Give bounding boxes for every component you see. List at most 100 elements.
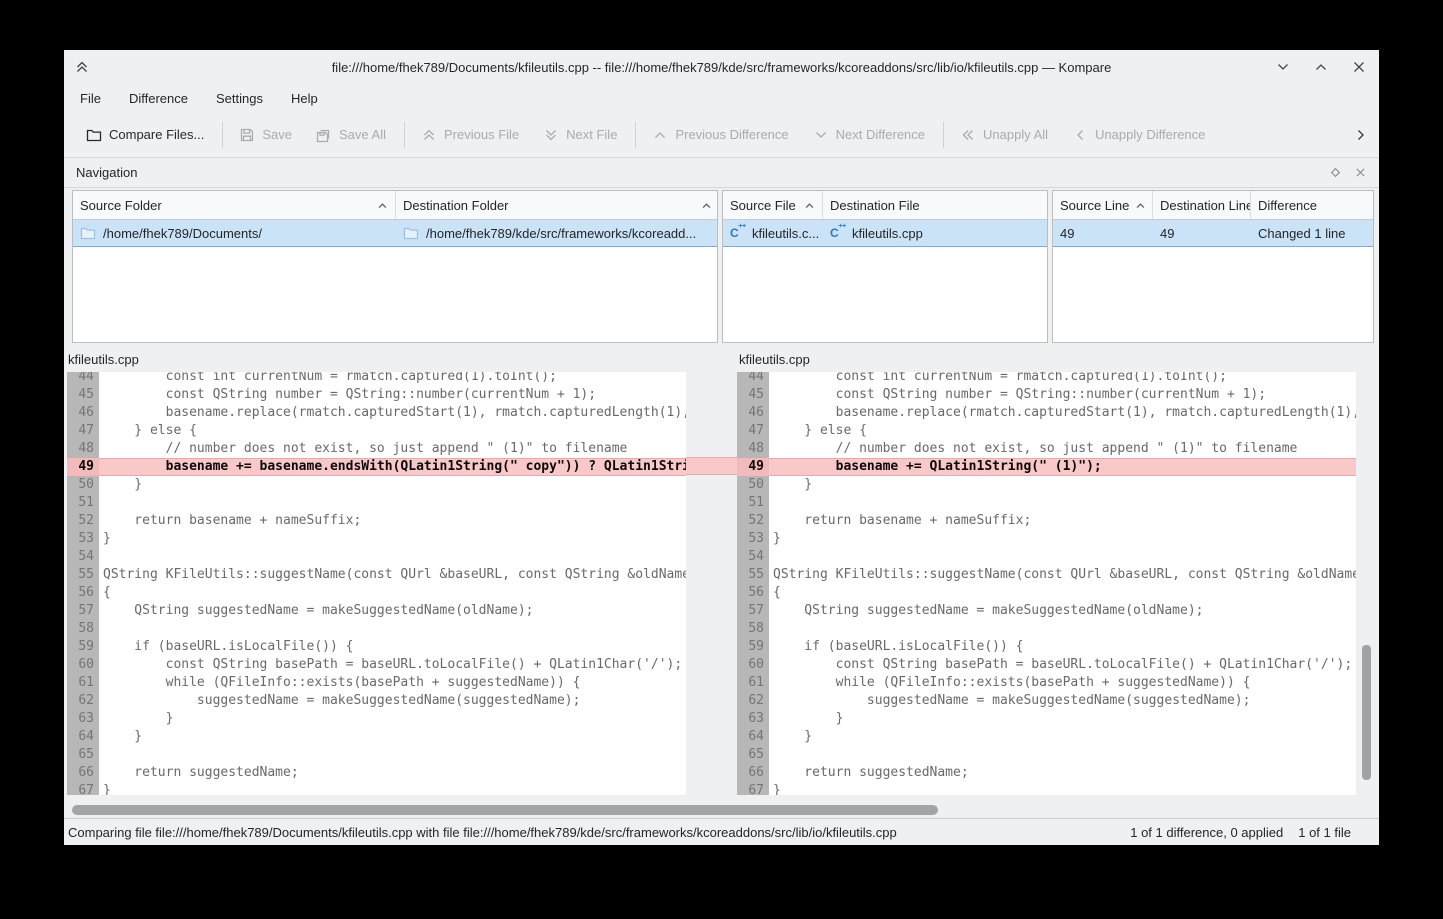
cell-text: /home/fhek789/Documents/ — [103, 226, 262, 241]
line-number: 62 — [67, 692, 99, 710]
horizontal-scrollbar-thumb[interactable] — [72, 805, 938, 815]
toolbar-button-label: Unapply All — [983, 127, 1048, 142]
close-icon[interactable] — [1351, 59, 1367, 75]
line-number: 44 — [67, 372, 99, 386]
toolbar-button-unapply-all[interactable]: Unapply All — [952, 121, 1056, 149]
code-text: } — [99, 710, 686, 728]
code-line: 59 if (baseURL.isLocalFile()) { — [67, 638, 686, 656]
vertical-scrollbar[interactable] — [1356, 372, 1379, 795]
window-title: file:///home/fhek789/Documents/kfileutil… — [64, 60, 1379, 75]
toolbar-overflow-icon[interactable] — [1353, 127, 1369, 143]
toolbar-button-unapply-difference[interactable]: Unapply Difference — [1064, 121, 1213, 149]
column-header-label: Source Folder — [80, 198, 162, 213]
code-line: 58 — [737, 620, 1356, 638]
maximize-icon[interactable] — [1313, 59, 1329, 75]
table-row[interactable]: 4949Changed 1 line — [1053, 220, 1373, 247]
toolbar-button-label: Previous File — [444, 127, 519, 142]
diff-view: 44 const int currentNum = rmatch.capture… — [64, 372, 1379, 795]
line-number: 52 — [737, 512, 769, 530]
table-cell: C⁺⁺kfileutils.cpp — [823, 220, 1048, 246]
code-line: 65 — [737, 746, 1356, 764]
source-changed-line[interactable]: 49 basename += basename.endsWith(QLatin1… — [67, 458, 686, 476]
cell-text: kfileutils.c... — [752, 226, 819, 241]
code-text: return basename + nameSuffix; — [769, 512, 1356, 530]
code-line: 63 } — [737, 710, 1356, 728]
minimize-icon[interactable] — [1275, 59, 1291, 75]
code-text: const int currentNum = rmatch.captured(1… — [769, 372, 1356, 386]
toolbar-button-save[interactable]: Save — [231, 121, 300, 149]
line-number: 58 — [737, 620, 769, 638]
sort-ascending-icon — [695, 200, 712, 211]
table-cell: C⁺⁺kfileutils.c... — [723, 220, 823, 246]
code-text: } — [99, 530, 686, 548]
cell-text: 49 — [1060, 226, 1074, 241]
toolbar-separator — [222, 122, 223, 148]
column-header-source-line[interactable]: Source Line — [1053, 191, 1153, 219]
chevron-up-icon — [652, 127, 668, 143]
code-line: 62 suggestedName = makeSuggestedName(sug… — [67, 692, 686, 710]
column-header-label: Destination Line — [1160, 198, 1251, 213]
code-text: suggestedName = makeSuggestedName(sugges… — [769, 692, 1356, 710]
code-text: } — [769, 710, 1356, 728]
menu-item-settings[interactable]: Settings — [206, 87, 273, 110]
column-header-destination-line[interactable]: Destination Line — [1153, 191, 1251, 219]
close-dock-icon[interactable] — [1354, 166, 1367, 179]
destination-changed-line[interactable]: 49 basename += QLatin1String(" (1)"); — [737, 458, 1356, 476]
column-header-difference[interactable]: Difference — [1251, 191, 1374, 219]
menu-item-file[interactable]: File — [70, 87, 111, 110]
destination-diff-pane: 44 const int currentNum = rmatch.capture… — [737, 372, 1356, 795]
code-line: 52 return basename + nameSuffix; — [67, 512, 686, 530]
code-line: 57 QString suggestedName = makeSuggested… — [737, 602, 1356, 620]
code-line: 63 } — [67, 710, 686, 728]
code-text: } — [769, 728, 1356, 746]
sort-ascending-icon — [1129, 200, 1146, 211]
toolbar-button-save-all[interactable]: Save All — [308, 121, 394, 149]
vertical-scrollbar-thumb[interactable] — [1362, 645, 1371, 780]
column-header-label: Destination File — [830, 198, 920, 213]
code-text: QString KFileUtils::suggestName(const QU… — [769, 566, 1356, 584]
table-row[interactable]: C⁺⁺kfileutils.c...C⁺⁺kfileutils.cpp — [723, 220, 1047, 247]
line-number: 53 — [67, 530, 99, 548]
toolbar-button-previous-file[interactable]: Previous File — [413, 121, 527, 149]
code-text: } — [769, 476, 1356, 494]
save-all-icon — [316, 127, 332, 143]
code-text: if (baseURL.isLocalFile()) { — [769, 638, 1356, 656]
nav-table-lines: Source LineDestination LineDifference494… — [1052, 190, 1374, 343]
column-header-destination-folder[interactable]: Destination Folder — [396, 191, 718, 219]
code-line: 52 return basename + nameSuffix; — [737, 512, 1356, 530]
code-text: while (QFileInfo::exists(basePath + sugg… — [769, 674, 1356, 692]
code-text: const QString number = QString::number(c… — [99, 386, 686, 404]
toolbar-button-previous-difference[interactable]: Previous Difference — [644, 121, 796, 149]
menu-item-help[interactable]: Help — [281, 87, 328, 110]
column-header-destination-file[interactable]: Destination File — [823, 191, 1048, 219]
toolbar-button-compare-files[interactable]: Compare Files... — [78, 121, 212, 149]
code-text: return suggestedName; — [99, 764, 686, 782]
toolbar-button-label: Unapply Difference — [1095, 127, 1205, 142]
toolbar-button-next-file[interactable]: Next File — [535, 121, 625, 149]
toolbar-button-next-difference[interactable]: Next Difference — [805, 121, 933, 149]
code-line: 44 const int currentNum = rmatch.capture… — [737, 372, 1356, 386]
menubar: File Difference Settings Help — [64, 84, 1379, 112]
code-text — [99, 746, 686, 764]
float-dock-icon[interactable] — [1329, 166, 1342, 179]
column-header-source-folder[interactable]: Source Folder — [73, 191, 396, 219]
code-text: basename.replace(rmatch.capturedStart(1)… — [769, 404, 1356, 422]
folder-file-icon — [403, 225, 419, 241]
line-number: 50 — [67, 476, 99, 494]
line-number: 56 — [67, 584, 99, 602]
code-line: 62 suggestedName = makeSuggestedName(sug… — [737, 692, 1356, 710]
table-row[interactable]: /home/fhek789/Documents//home/fhek789/kd… — [73, 220, 717, 247]
toolbar-button-label: Previous Difference — [675, 127, 788, 142]
menu-item-difference[interactable]: Difference — [119, 87, 198, 110]
chevron-down-icon — [813, 127, 829, 143]
code-text — [99, 548, 686, 566]
shade-icon[interactable] — [74, 59, 90, 75]
column-header-source-file[interactable]: Source File — [723, 191, 823, 219]
line-number: 67 — [737, 782, 769, 795]
line-number: 50 — [737, 476, 769, 494]
code-line: 46 basename.replace(rmatch.capturedStart… — [67, 404, 686, 422]
code-text: } — [769, 782, 1356, 795]
code-text: basename += basename.endsWith(QLatin1Str… — [99, 458, 686, 476]
code-text: // number does not exist, so just append… — [99, 440, 686, 458]
line-number: 65 — [737, 746, 769, 764]
